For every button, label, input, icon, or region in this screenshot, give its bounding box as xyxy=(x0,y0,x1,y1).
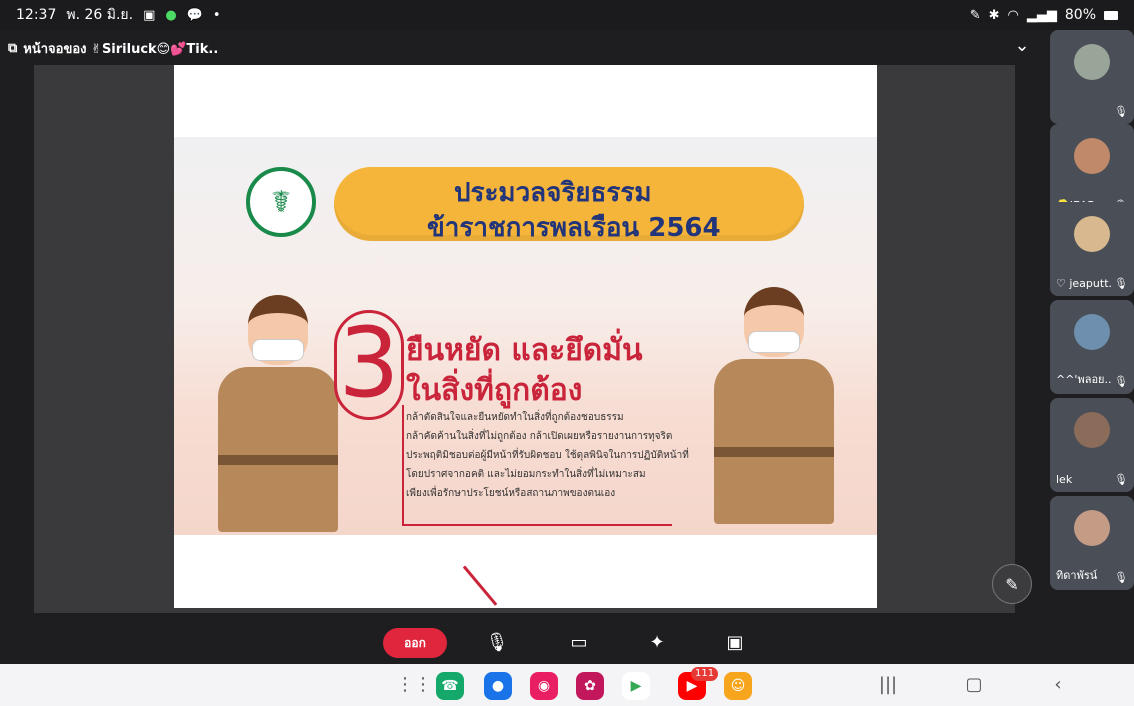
wifi-icon: ◠ xyxy=(1007,7,1019,23)
participant-name: ♡ jeaputt... xyxy=(1056,277,1112,290)
presentation-stage: ☤ ประมวลจริยธรรม ข้าราชการพลเรือน 2564 3… xyxy=(34,65,1015,613)
mic-off-icon[interactable]: 🎙 xyxy=(482,628,512,658)
slide-body: กล้าตัดสินใจและยืนหยัดทำในสิ่งที่ถูกต้อง… xyxy=(406,408,726,503)
ministry-logo: ☤ xyxy=(246,167,316,237)
mic-off-icon: 🎙 xyxy=(1114,473,1128,486)
battery-icon xyxy=(1104,10,1118,20)
dot-icon: ● xyxy=(165,7,177,23)
signal-icon: ▂▄▆ xyxy=(1026,7,1057,23)
avatar xyxy=(1074,412,1110,448)
bluetooth-icon: ✱ xyxy=(988,7,1000,23)
avatar xyxy=(1074,314,1110,350)
mic-off-icon: 🎙 xyxy=(1114,571,1128,584)
annotate-pencil-button[interactable]: ✎ xyxy=(992,564,1032,604)
participant-name: ทิดาพัรน์ xyxy=(1056,569,1098,582)
youtube-notification-badge: 111 xyxy=(691,667,719,681)
avatar xyxy=(1074,216,1110,252)
slide-headline-2: ในสิ่งที่ถูกต้อง xyxy=(406,373,583,408)
taskbar: ⋮⋮ ☎ ● ◉ ✿ ▶ ▶ 111 ☺ ||| ▢ ‹ xyxy=(0,664,1134,706)
participant-name: lek xyxy=(1056,473,1073,486)
meeting-area: ⧉ หน้าจอของ ✌Siriluck😊💕Tik.. ⌄ ☤ ประมวลจ… xyxy=(0,30,1134,664)
recent-apps-icon[interactable]: ||| xyxy=(876,674,900,695)
play-store-icon[interactable]: ▶ xyxy=(622,672,650,700)
slide-number: 3 xyxy=(334,310,404,420)
participant-tile[interactable]: ^^'พลอย... 🎙 xyxy=(1050,300,1134,394)
civil-servant-illustration-female xyxy=(208,295,348,545)
screen: 12:37 พ. 26 มิ.ย. ▣ ● 💬 • ✎ ✱ ◠ ▂▄▆ 80% … xyxy=(0,0,1134,706)
mic-off-icon: 🎙 xyxy=(1114,375,1128,388)
status-bar: 12:37 พ. 26 มิ.ย. ▣ ● 💬 • ✎ ✱ ◠ ▂▄▆ 80% xyxy=(0,0,1134,30)
pen-icon: ✎ xyxy=(969,7,981,23)
present-icon[interactable]: ▣ xyxy=(720,628,750,658)
mic-off-icon: 🎙 xyxy=(1114,105,1128,118)
slide-body-line: เพียงเพื่อรักษาประโยชน์หรือสถานภาพของตนเ… xyxy=(406,488,616,499)
participant-name: ^^'พลอย... xyxy=(1056,373,1112,386)
slide-body-line: กล้าตัดสินใจและยืนหยัดทำในสิ่งที่ถูกต้อง… xyxy=(406,412,624,423)
gallery-icon: ▣ xyxy=(143,7,156,23)
shared-slide: ☤ ประมวลจริยธรรม ข้าราชการพลเรือน 2564 3… xyxy=(174,65,877,608)
phone-app-icon[interactable]: ☎ xyxy=(436,672,464,700)
slide-body-line: โดยปราศจากอคติ และไม่ยอมกระทำในสิ่งที่ไม… xyxy=(406,469,646,480)
clock: 12:37 xyxy=(16,7,57,23)
screen-share-icon: ⧉ xyxy=(8,41,18,56)
camera-off-icon[interactable]: ▭ xyxy=(564,628,594,658)
participant-tile[interactable]: ♡ jeaputt... 🎙 xyxy=(1050,202,1134,296)
share-title-text: หน้าจอของ ✌Siriluck😊💕Tik.. xyxy=(23,42,219,57)
participant-strip[interactable]: 🎙 👱JEAB... 🎙 ♡ jeaputt... 🎙 ^^'พลอย... 🎙… xyxy=(1050,30,1134,630)
avatar xyxy=(1074,510,1110,546)
slide-divider xyxy=(402,405,404,525)
slide-divider-base xyxy=(402,524,672,526)
gallery-app-icon[interactable]: ✿ xyxy=(576,672,604,700)
participant-tile[interactable]: lek 🎙 xyxy=(1050,398,1134,492)
collapse-chevron-icon[interactable]: ⌄ xyxy=(1010,34,1034,58)
avatar xyxy=(1074,138,1110,174)
more-dot-icon: • xyxy=(212,7,221,23)
participant-tile[interactable]: ทิดาพัรน์ 🎙 xyxy=(1050,496,1134,590)
camera-app-icon[interactable]: ◉ xyxy=(530,672,558,700)
call-controls: ออก 🎙 ▭ ✦ ▣ xyxy=(0,620,1134,664)
app-drawer-icon[interactable]: ⋮⋮ xyxy=(396,674,432,695)
slide-body-line: ประพฤติมิชอบต่อผู้มีหน้าที่รับผิดชอบ ใช้… xyxy=(406,450,689,461)
chat-icon: 💬 xyxy=(186,7,203,23)
slide-banner-subtitle: ข้าราชการพลเรือน 2564 xyxy=(427,213,721,243)
messages-app-icon[interactable]: ● xyxy=(484,672,512,700)
mic-off-icon: 🎙 xyxy=(1114,277,1128,290)
avatar xyxy=(1074,44,1110,80)
effects-icon[interactable]: ✦ xyxy=(642,628,672,658)
slide-bottom-area xyxy=(174,535,877,608)
leave-button[interactable]: ออก xyxy=(383,628,447,658)
date: พ. 26 มิ.ย. xyxy=(66,7,134,23)
home-icon[interactable]: ▢ xyxy=(962,674,986,695)
screen-share-title: ⧉ หน้าจอของ ✌Siriluck😊💕Tik.. xyxy=(8,38,218,59)
participant-tile[interactable]: 🎙 xyxy=(1050,30,1134,124)
battery-level: 80% xyxy=(1064,7,1096,23)
slide-body-line: กล้าคัดค้านในสิ่งที่ไม่ถูกต้อง กล้าเปิดเ… xyxy=(406,431,673,442)
shopee-app-icon[interactable]: ☺ xyxy=(724,672,752,700)
back-icon[interactable]: ‹ xyxy=(1046,674,1070,695)
